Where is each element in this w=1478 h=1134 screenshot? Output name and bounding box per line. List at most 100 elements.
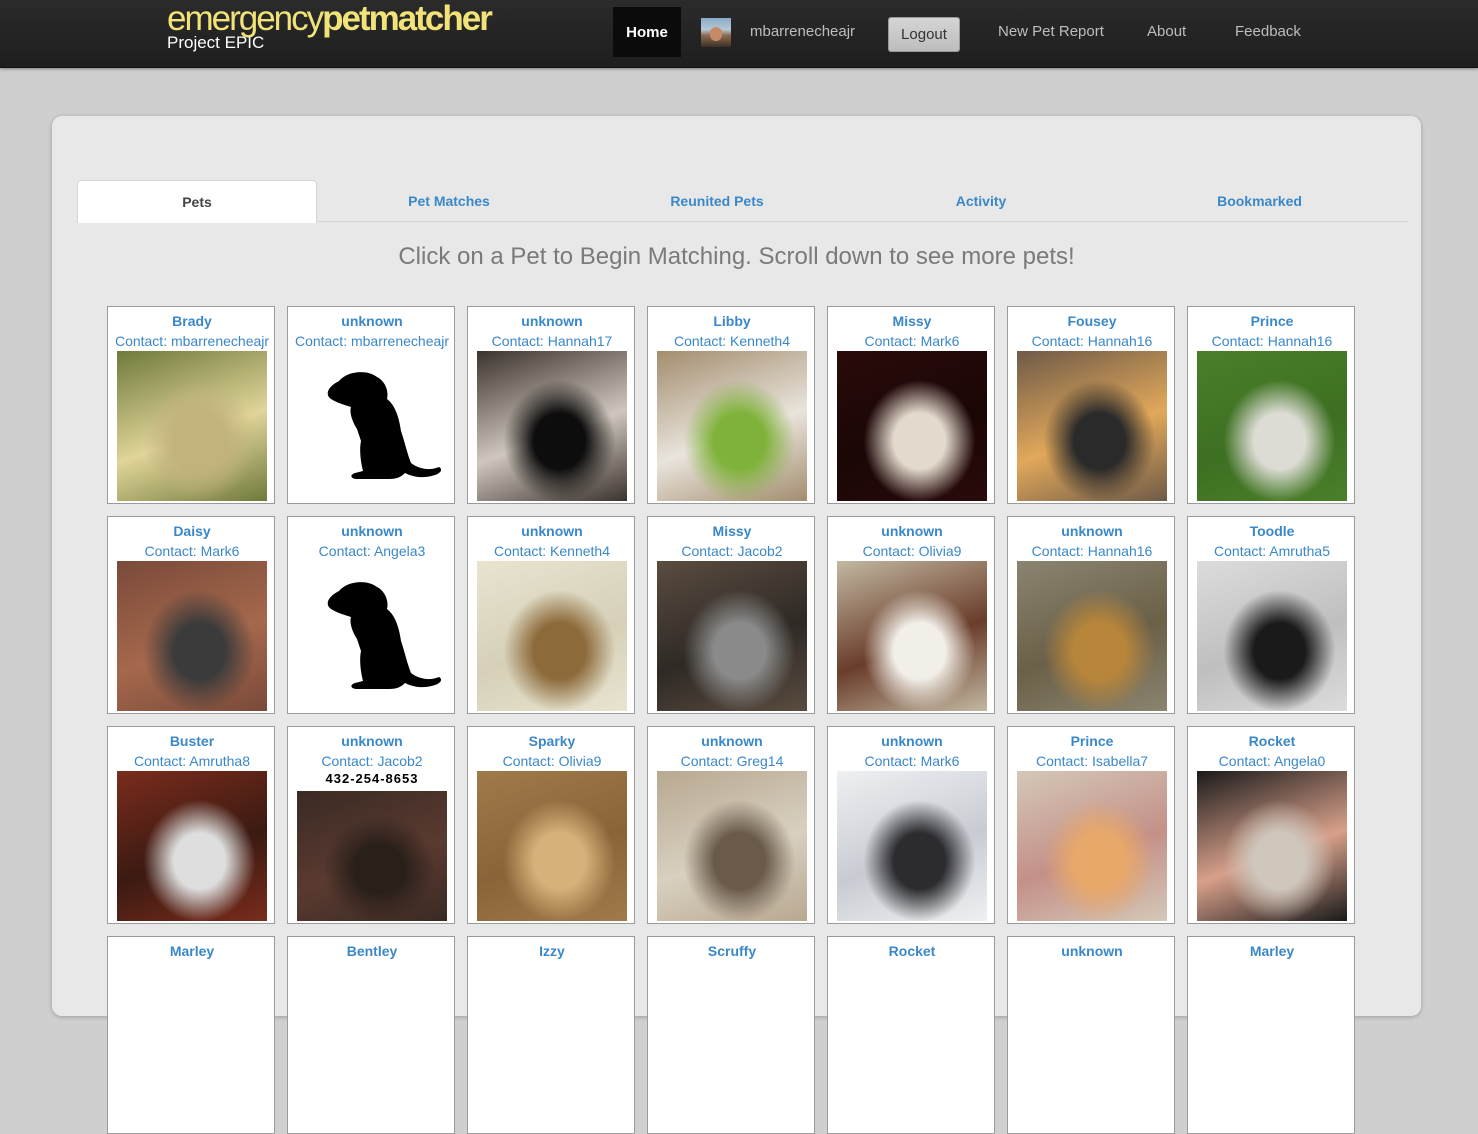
pet-card[interactable]: Fousey Contact: Hannah16 bbox=[1007, 306, 1175, 504]
pet-card[interactable]: Missy Contact: Mark6 bbox=[827, 306, 995, 504]
pet-card[interactable]: unknown Contact: Mark6 bbox=[827, 726, 995, 924]
tab-bookmarked[interactable]: Bookmarked bbox=[1111, 180, 1408, 221]
pet-photo[interactable] bbox=[657, 771, 807, 921]
tab-pet-matches[interactable]: Pet Matches bbox=[315, 180, 583, 221]
nav-new-pet-report[interactable]: New Pet Report bbox=[998, 23, 1104, 40]
pet-photo[interactable] bbox=[477, 351, 627, 501]
pet-name[interactable]: Prince bbox=[1188, 313, 1356, 329]
pet-contact: Contact: Amrutha8 bbox=[134, 753, 250, 769]
pet-photo[interactable] bbox=[477, 561, 627, 711]
pet-contact: Contact: Amrutha5 bbox=[1214, 543, 1330, 559]
pet-photo[interactable] bbox=[657, 351, 807, 501]
pet-card[interactable]: unknown Contact: Greg14 bbox=[647, 726, 815, 924]
pet-card[interactable]: unknown Contact: Olivia9 bbox=[827, 516, 995, 714]
pet-card[interactable]: Marley bbox=[1187, 936, 1355, 1134]
pet-photo[interactable] bbox=[1017, 351, 1167, 501]
pet-name[interactable]: Prince bbox=[1008, 733, 1176, 749]
pet-contact: Contact: Kenneth4 bbox=[674, 333, 790, 349]
pet-name[interactable]: Toodle bbox=[1188, 523, 1356, 539]
pet-name[interactable]: unknown bbox=[288, 733, 456, 749]
pet-name[interactable]: Daisy bbox=[108, 523, 276, 539]
pet-photo[interactable] bbox=[657, 561, 807, 711]
pet-photo[interactable] bbox=[117, 561, 267, 711]
pet-card[interactable]: unknown Contact: Kenneth4 bbox=[467, 516, 635, 714]
pet-card[interactable]: Prince Contact: Hannah16 bbox=[1187, 306, 1355, 504]
pet-card[interactable]: unknown Contact: Angela3 bbox=[287, 516, 455, 714]
pet-card[interactable]: unknown Contact: Jacob2 432-254-8653 bbox=[287, 726, 455, 924]
pet-contact: Contact: Kenneth4 bbox=[494, 543, 610, 559]
pet-card[interactable]: Toodle Contact: Amrutha5 bbox=[1187, 516, 1355, 714]
nav-username[interactable]: mbarrenecheajr bbox=[750, 23, 855, 40]
pet-name[interactable]: unknown bbox=[288, 313, 456, 329]
pet-card[interactable]: Daisy Contact: Mark6 bbox=[107, 516, 275, 714]
pet-name[interactable]: unknown bbox=[828, 733, 996, 749]
page-headline: Click on a Pet to Begin Matching. Scroll… bbox=[398, 243, 1075, 270]
pet-name[interactable]: Brady bbox=[108, 313, 276, 329]
pet-contact: Contact: Mark6 bbox=[864, 753, 960, 769]
pet-photo[interactable] bbox=[837, 561, 987, 711]
pet-photo[interactable] bbox=[1017, 561, 1167, 711]
pet-card[interactable]: unknown bbox=[1007, 936, 1175, 1134]
pet-card[interactable]: unknown Contact: mbarrenecheajr bbox=[287, 306, 455, 504]
logout-button[interactable]: Logout bbox=[888, 17, 960, 52]
pet-card[interactable]: Scruffy bbox=[647, 936, 815, 1134]
pet-name[interactable]: Buster bbox=[108, 733, 276, 749]
pet-contact: Contact: Hannah16 bbox=[1031, 543, 1153, 559]
nav-feedback[interactable]: Feedback bbox=[1235, 23, 1301, 40]
nav-about[interactable]: About bbox=[1147, 23, 1186, 40]
pet-card[interactable]: Libby Contact: Kenneth4 bbox=[647, 306, 815, 504]
pet-card[interactable]: Buster Contact: Amrutha8 bbox=[107, 726, 275, 924]
pet-contact: Contact: Jacob2 bbox=[681, 543, 783, 559]
pet-card[interactable]: Marley bbox=[107, 936, 275, 1134]
brand-logo[interactable]: emergencypetmatcher Project EPIC bbox=[167, 0, 493, 52]
pet-name[interactable]: unknown bbox=[828, 523, 996, 539]
tab-pets[interactable]: Pets bbox=[77, 180, 317, 223]
pet-name[interactable]: Missy bbox=[648, 523, 816, 539]
pet-photo[interactable] bbox=[297, 351, 447, 501]
pet-photo[interactable] bbox=[1197, 561, 1347, 711]
tab-bar: Pets Pet Matches Reunited Pets Activity … bbox=[77, 180, 1408, 223]
pet-name[interactable]: unknown bbox=[1008, 523, 1176, 539]
pet-name[interactable]: Rocket bbox=[1188, 733, 1356, 749]
pet-card[interactable]: Bentley bbox=[287, 936, 455, 1134]
navbar: emergencypetmatcher Project EPIC Home mb… bbox=[0, 0, 1478, 68]
pet-name[interactable]: unknown bbox=[648, 733, 816, 749]
pet-card[interactable]: Prince Contact: Isabella7 bbox=[1007, 726, 1175, 924]
pet-photo[interactable] bbox=[297, 561, 447, 711]
pet-name[interactable]: unknown bbox=[468, 313, 636, 329]
pet-name[interactable]: unknown bbox=[468, 523, 636, 539]
pet-photo[interactable] bbox=[117, 771, 267, 921]
pet-photo[interactable] bbox=[117, 351, 267, 501]
pet-card[interactable]: Rocket bbox=[827, 936, 995, 1134]
pet-name[interactable]: unknown bbox=[288, 523, 456, 539]
pet-photo[interactable] bbox=[477, 771, 627, 921]
pet-card[interactable]: Rocket Contact: Angela0 bbox=[1187, 726, 1355, 924]
pet-card[interactable]: Missy Contact: Jacob2 bbox=[647, 516, 815, 714]
pet-name[interactable]: Missy bbox=[828, 313, 996, 329]
pet-contact: Contact: Olivia9 bbox=[862, 543, 962, 559]
pet-name[interactable]: Libby bbox=[648, 313, 816, 329]
pet-contact: Contact: mbarrenecheajr bbox=[294, 333, 450, 349]
dog-silhouette-icon bbox=[327, 582, 442, 689]
pet-photo[interactable] bbox=[297, 791, 447, 921]
pet-card[interactable]: unknown Contact: Hannah16 bbox=[1007, 516, 1175, 714]
pet-contact: Contact: Mark6 bbox=[144, 543, 240, 559]
pet-contact: Contact: Greg14 bbox=[680, 753, 784, 769]
pet-card[interactable]: Izzy bbox=[467, 936, 635, 1134]
dog-silhouette-icon bbox=[327, 372, 442, 479]
pet-photo[interactable] bbox=[1197, 351, 1347, 501]
pet-card[interactable]: Sparky Contact: Olivia9 bbox=[467, 726, 635, 924]
pet-name[interactable]: Sparky bbox=[468, 733, 636, 749]
pet-photo[interactable] bbox=[1197, 771, 1347, 921]
pet-card[interactable]: unknown Contact: Hannah17 bbox=[467, 306, 635, 504]
nav-home[interactable]: Home bbox=[613, 7, 681, 57]
pet-photo[interactable] bbox=[837, 771, 987, 921]
pet-contact: Contact: Mark6 bbox=[864, 333, 960, 349]
pet-photo[interactable] bbox=[837, 351, 987, 501]
tab-reunited-pets[interactable]: Reunited Pets bbox=[583, 180, 851, 221]
avatar[interactable] bbox=[701, 18, 731, 47]
pet-name[interactable]: Fousey bbox=[1008, 313, 1176, 329]
pet-card[interactable]: Brady Contact: mbarrenecheajr bbox=[107, 306, 275, 504]
tab-activity[interactable]: Activity bbox=[851, 180, 1111, 221]
pet-photo[interactable] bbox=[1017, 771, 1167, 921]
